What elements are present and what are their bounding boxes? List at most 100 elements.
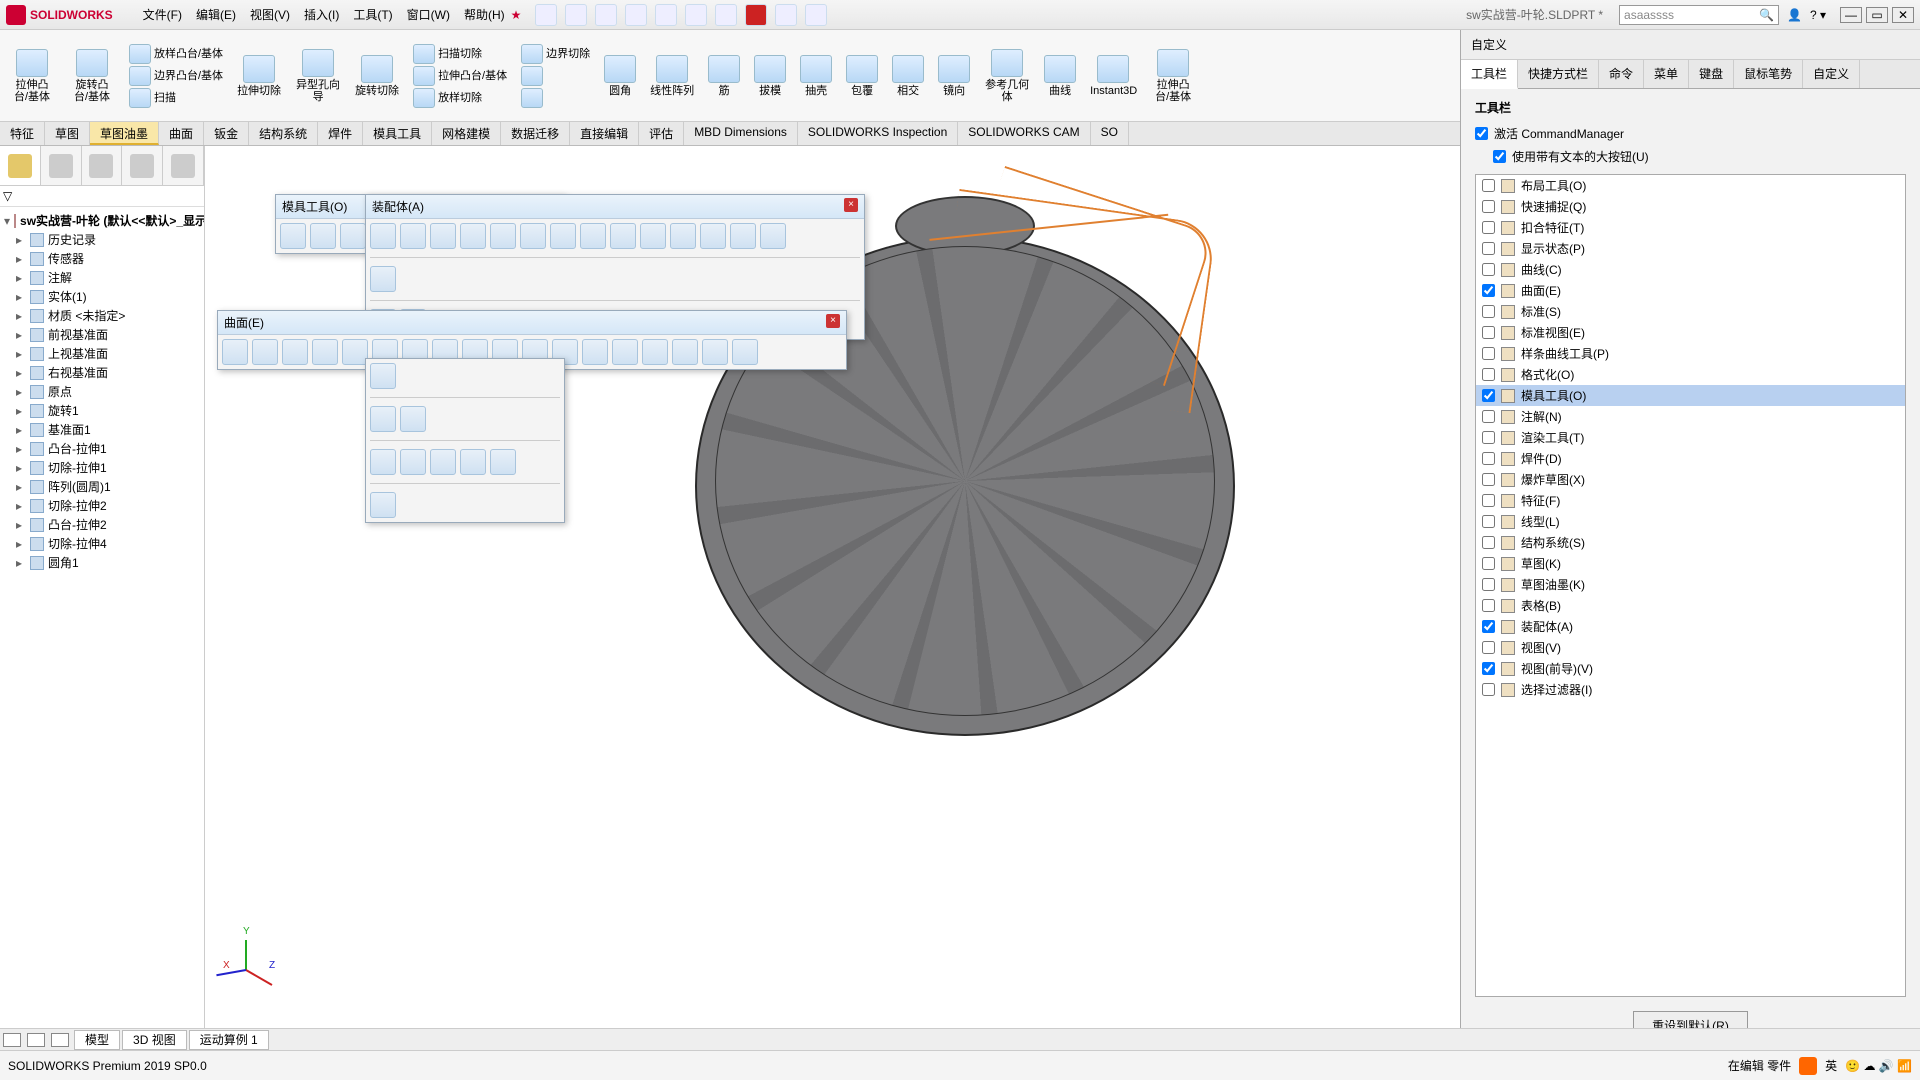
menu-item[interactable]: 帮助(H) <box>464 6 505 23</box>
cm-tab[interactable]: SOLIDWORKS Inspection <box>798 122 958 145</box>
toolbar-list-item[interactable]: 标准(S) <box>1476 301 1905 322</box>
extra-toolbar[interactable] <box>365 358 565 523</box>
bottom-tab[interactable]: 3D 视图 <box>122 1030 187 1050</box>
close-button[interactable]: ✕ <box>1892 7 1914 23</box>
ribbon-group[interactable]: 拔模 <box>751 55 789 97</box>
activate-commandmanager-checkbox[interactable]: 激活 CommandManager <box>1475 125 1906 142</box>
ribbon-group[interactable]: 拉伸凸台/基体 <box>1147 49 1199 103</box>
cm-tab[interactable]: SO <box>1091 122 1129 145</box>
tree-item[interactable]: ▸凸台-拉伸1 <box>2 439 202 458</box>
toolbar-list-item[interactable]: 曲线(C) <box>1476 259 1905 280</box>
ruler-icon[interactable] <box>51 1033 69 1047</box>
ribbon-group[interactable]: 异型孔向导 <box>292 49 344 103</box>
quick-toolbar[interactable] <box>535 4 827 26</box>
customize-tab[interactable]: 工具栏 <box>1461 60 1518 89</box>
display-tab[interactable] <box>163 146 204 185</box>
ribbon-group[interactable]: 相交 <box>889 55 927 97</box>
tree-item[interactable]: ▸注解 <box>2 268 202 287</box>
bottom-tab[interactable]: 模型 <box>74 1030 120 1050</box>
toolbar-list-item[interactable]: 视图(V) <box>1476 637 1905 658</box>
tree-item[interactable]: ▸圆角1 <box>2 553 202 572</box>
cm-tab[interactable]: 草图 <box>45 122 90 145</box>
toolbar-list-item[interactable]: 快速捕捉(Q) <box>1476 196 1905 217</box>
ribbon-group[interactable]: 放样凸台/基体边界凸台/基体扫描 <box>126 44 226 108</box>
toolbar-list-item[interactable]: 扣合特征(T) <box>1476 217 1905 238</box>
help-icon[interactable]: ? ▾ <box>1810 8 1826 22</box>
ribbon-group[interactable]: 扫描切除拉伸凸台/基体放样切除 <box>410 44 510 108</box>
ribbon-group[interactable]: Instant3D <box>1087 55 1139 97</box>
ribbon-group[interactable]: 边界切除 <box>518 44 593 108</box>
tree-item[interactable]: ▸右视基准面 <box>2 363 202 382</box>
tree-item[interactable]: ▸切除-拉伸4 <box>2 534 202 553</box>
user-icon[interactable]: 👤 <box>1787 8 1802 22</box>
filter-icon[interactable]: ▽ <box>3 189 12 203</box>
save-icon[interactable] <box>625 4 647 26</box>
open-icon[interactable] <box>595 4 617 26</box>
ribbon-group[interactable]: 拉伸切除 <box>234 55 284 97</box>
toolbar-list-item[interactable]: 焊件(D) <box>1476 448 1905 469</box>
ribbon-group[interactable]: 旋转凸台/基体 <box>66 49 118 103</box>
tree-item[interactable]: ▸阵列(圆周)1 <box>2 477 202 496</box>
undo-icon[interactable] <box>685 4 707 26</box>
home-icon[interactable] <box>535 4 557 26</box>
ribbon-group[interactable]: 线性阵列 <box>647 55 697 97</box>
tree-item[interactable]: ▸历史记录 <box>2 230 202 249</box>
tree-item[interactable]: ▸原点 <box>2 382 202 401</box>
tree-item[interactable]: ▸传感器 <box>2 249 202 268</box>
rebuild-icon[interactable] <box>745 4 767 26</box>
select-icon[interactable] <box>715 4 737 26</box>
menu-item[interactable]: 文件(F) <box>143 6 182 23</box>
tree-item[interactable]: ▸实体(1) <box>2 287 202 306</box>
ribbon-group[interactable]: 抽壳 <box>797 55 835 97</box>
cm-tab[interactable]: 特征 <box>0 122 45 145</box>
toolbar-list-item[interactable]: 显示状态(P) <box>1476 238 1905 259</box>
cm-tab[interactable]: 网格建模 <box>432 122 501 145</box>
ruler-icon[interactable] <box>27 1033 45 1047</box>
toolbar-list-item[interactable]: 结构系统(S) <box>1476 532 1905 553</box>
toolbar-list-item[interactable]: 模具工具(O) <box>1476 385 1905 406</box>
toolbar-list-item[interactable]: 视图(前导)(V) <box>1476 658 1905 679</box>
menu-item[interactable]: 工具(T) <box>353 6 392 23</box>
main-menu[interactable]: 文件(F)编辑(E)视图(V)插入(I)工具(T)窗口(W)帮助(H) <box>143 6 505 23</box>
menu-item[interactable]: 插入(I) <box>304 6 339 23</box>
cm-tab[interactable]: 钣金 <box>204 122 249 145</box>
bottom-tab[interactable]: 运动算例 1 <box>189 1030 269 1050</box>
toolbar-list[interactable]: 布局工具(O)快速捕捉(Q)扣合特征(T)显示状态(P)曲线(C)曲面(E)标准… <box>1475 174 1906 997</box>
toolbar-list-item[interactable]: 曲面(E) <box>1476 280 1905 301</box>
cm-tab[interactable]: 模具工具 <box>363 122 432 145</box>
large-buttons-checkbox[interactable]: 使用带有文本的大按钮(U) <box>1493 148 1906 165</box>
cm-tab[interactable]: 结构系统 <box>249 122 318 145</box>
print-icon[interactable] <box>655 4 677 26</box>
cm-tab[interactable]: 曲面 <box>159 122 204 145</box>
customize-tab[interactable]: 键盘 <box>1689 60 1734 88</box>
feature-tree-tab[interactable] <box>0 146 41 185</box>
toolbar-list-item[interactable]: 线型(L) <box>1476 511 1905 532</box>
toolbar-list-item[interactable]: 注解(N) <box>1476 406 1905 427</box>
cm-tab[interactable]: 草图油墨 <box>90 122 159 145</box>
ribbon-group[interactable]: 拉伸凸台/基体 <box>6 49 58 103</box>
toolbar-list-item[interactable]: 选择过滤器(I) <box>1476 679 1905 700</box>
menu-item[interactable]: 窗口(W) <box>407 6 450 23</box>
ime-lang[interactable]: 英 <box>1825 1057 1837 1074</box>
toolbar-list-item[interactable]: 格式化(O) <box>1476 364 1905 385</box>
toolbar-list-item[interactable]: 表格(B) <box>1476 595 1905 616</box>
ribbon-group[interactable]: 包覆 <box>843 55 881 97</box>
tree-item[interactable]: ▸旋转1 <box>2 401 202 420</box>
cm-tab[interactable]: 数据迁移 <box>501 122 570 145</box>
cm-tab[interactable]: MBD Dimensions <box>684 122 798 145</box>
cm-tab[interactable]: 直接编辑 <box>570 122 639 145</box>
close-icon[interactable]: × <box>844 198 858 212</box>
cm-tab[interactable]: 焊件 <box>318 122 363 145</box>
ribbon-group[interactable]: 圆角 <box>601 55 639 97</box>
close-icon[interactable]: × <box>826 314 840 328</box>
toolbar-list-item[interactable]: 装配体(A) <box>1476 616 1905 637</box>
tree-item[interactable]: ▸切除-拉伸1 <box>2 458 202 477</box>
minimize-button[interactable]: — <box>1840 7 1862 23</box>
ime-icon[interactable] <box>1799 1057 1817 1075</box>
document-title[interactable]: sw实战营-叶轮.SLDPRT * <box>1458 6 1611 23</box>
cm-tab[interactable]: SOLIDWORKS CAM <box>958 122 1090 145</box>
search-input[interactable]: asaassss 🔍 <box>1619 5 1779 25</box>
gear-icon[interactable] <box>805 4 827 26</box>
toolbar-list-item[interactable]: 样条曲线工具(P) <box>1476 343 1905 364</box>
tool-icon[interactable] <box>280 223 306 249</box>
